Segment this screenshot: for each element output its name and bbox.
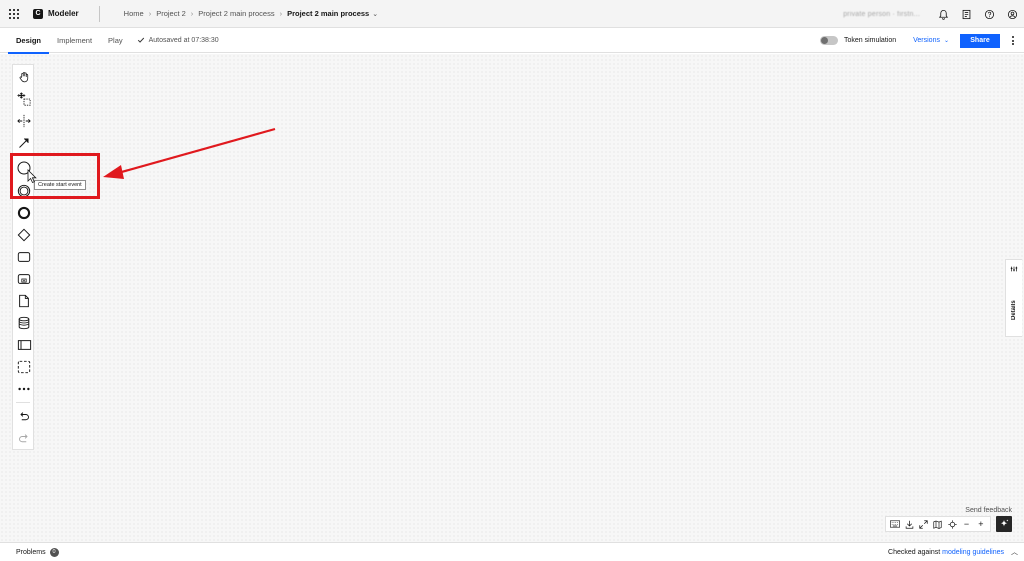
send-feedback-link[interactable]: Send feedback (965, 507, 1012, 514)
data-object-icon[interactable] (14, 292, 34, 310)
breadcrumb: Home › Project 2 › Project 2 main proces… (124, 9, 378, 18)
chevron-down-icon[interactable]: ⌄ (372, 10, 378, 18)
task-icon[interactable] (14, 248, 34, 266)
redo-icon[interactable] (14, 429, 34, 447)
zoom-out-button[interactable]: − (961, 517, 973, 531)
keyboard-shortcuts-icon[interactable] (889, 517, 901, 531)
autosave-text: Autosaved at 07:38:30 (148, 36, 219, 44)
problems-count-badge: 0 (49, 547, 59, 557)
modeling-guidelines-link[interactable]: modeling guidelines (942, 549, 1004, 556)
problems-label: Problems (16, 548, 46, 556)
subheader-actions: Token simulation Versions ⌄ Share (819, 28, 1024, 53)
share-button[interactable]: Share (960, 33, 1000, 48)
status-bar: Problems 0 Checked against modeling guid… (0, 542, 1024, 561)
palette-divider (16, 402, 30, 403)
app-switcher-button[interactable] (0, 0, 28, 28)
header-divider (98, 5, 100, 22)
download-icon[interactable] (903, 517, 915, 531)
end-event-icon[interactable] (14, 204, 34, 222)
more-icon[interactable] (14, 380, 34, 398)
versions-label: Versions (913, 37, 940, 44)
undo-icon[interactable] (14, 407, 34, 425)
tab-implement[interactable]: Implement (49, 28, 100, 53)
subprocess-icon[interactable] (14, 270, 34, 288)
gateway-icon[interactable] (14, 226, 34, 244)
header-actions: private person · firstn... (843, 0, 1024, 28)
minimap-icon[interactable] (932, 517, 944, 531)
brand[interactable]: C Modeler (33, 8, 79, 19)
help-icon[interactable] (978, 0, 1001, 28)
details-panel-toggle[interactable]: Details (1005, 259, 1022, 337)
ai-assistant-button[interactable] (996, 516, 1012, 532)
breadcrumb-current[interactable]: Project 2 main process (287, 9, 369, 18)
guidelines-status: Checked against modeling guidelines (888, 549, 1004, 556)
app-header: C Modeler Home › Project 2 › Project 2 m… (0, 0, 1024, 28)
mode-tabs-bar: Design Implement Play Autosaved at 07:38… (0, 28, 1024, 54)
breadcrumb-process[interactable]: Project 2 main process (198, 9, 274, 18)
versions-button[interactable]: Versions ⌄ (913, 37, 949, 44)
group-icon[interactable] (14, 358, 34, 376)
notification-icon[interactable] (932, 0, 955, 28)
annotation-highlight-box (10, 153, 100, 199)
details-panel-icon (1009, 264, 1019, 274)
token-simulation-label: Token simulation (843, 37, 897, 44)
fullscreen-icon[interactable] (918, 517, 930, 531)
app-grid-icon (9, 8, 19, 19)
checkmark-icon (137, 37, 144, 43)
tab-design[interactable]: Design (8, 28, 50, 54)
tool-palette (12, 64, 34, 450)
hand-tool-icon[interactable] (14, 68, 34, 86)
brand-name: Modeler (48, 9, 79, 18)
user-name: private person · firstn... (843, 10, 920, 18)
breadcrumb-separator-icon: › (279, 9, 283, 18)
connect-tool-icon[interactable] (14, 134, 34, 152)
diagram-canvas[interactable] (0, 54, 1024, 542)
zoom-in-button[interactable]: + (975, 517, 987, 531)
camunda-logo-icon: C (33, 8, 43, 19)
guidelines-prefix: Checked against (888, 548, 943, 556)
token-simulation-toggle[interactable] (819, 36, 838, 45)
space-tool-icon[interactable] (14, 112, 34, 130)
breadcrumb-separator-icon: › (190, 9, 194, 18)
problems-button[interactable]: Problems 0 (16, 547, 59, 557)
overflow-menu-icon[interactable] (1006, 31, 1020, 51)
chevron-up-icon[interactable]: ︿ (1011, 547, 1018, 557)
details-panel-label: Details (1011, 300, 1017, 320)
sparkle-icon (1000, 519, 1009, 527)
lasso-tool-icon[interactable] (14, 90, 34, 108)
reset-view-icon[interactable] (946, 517, 958, 531)
breadcrumb-project[interactable]: Project 2 (156, 9, 186, 18)
documentation-icon[interactable] (955, 0, 978, 28)
pool-icon[interactable] (14, 336, 34, 354)
canvas-controls-bar: − + (885, 516, 991, 532)
breadcrumb-home[interactable]: Home (124, 9, 144, 18)
breadcrumb-separator-icon: › (148, 9, 152, 18)
chevron-down-icon: ⌄ (943, 38, 949, 44)
tab-play[interactable]: Play (100, 28, 131, 53)
user-icon[interactable] (1001, 0, 1024, 28)
data-store-icon[interactable] (14, 314, 34, 332)
autosave-status: Autosaved at 07:38:30 (137, 36, 219, 44)
